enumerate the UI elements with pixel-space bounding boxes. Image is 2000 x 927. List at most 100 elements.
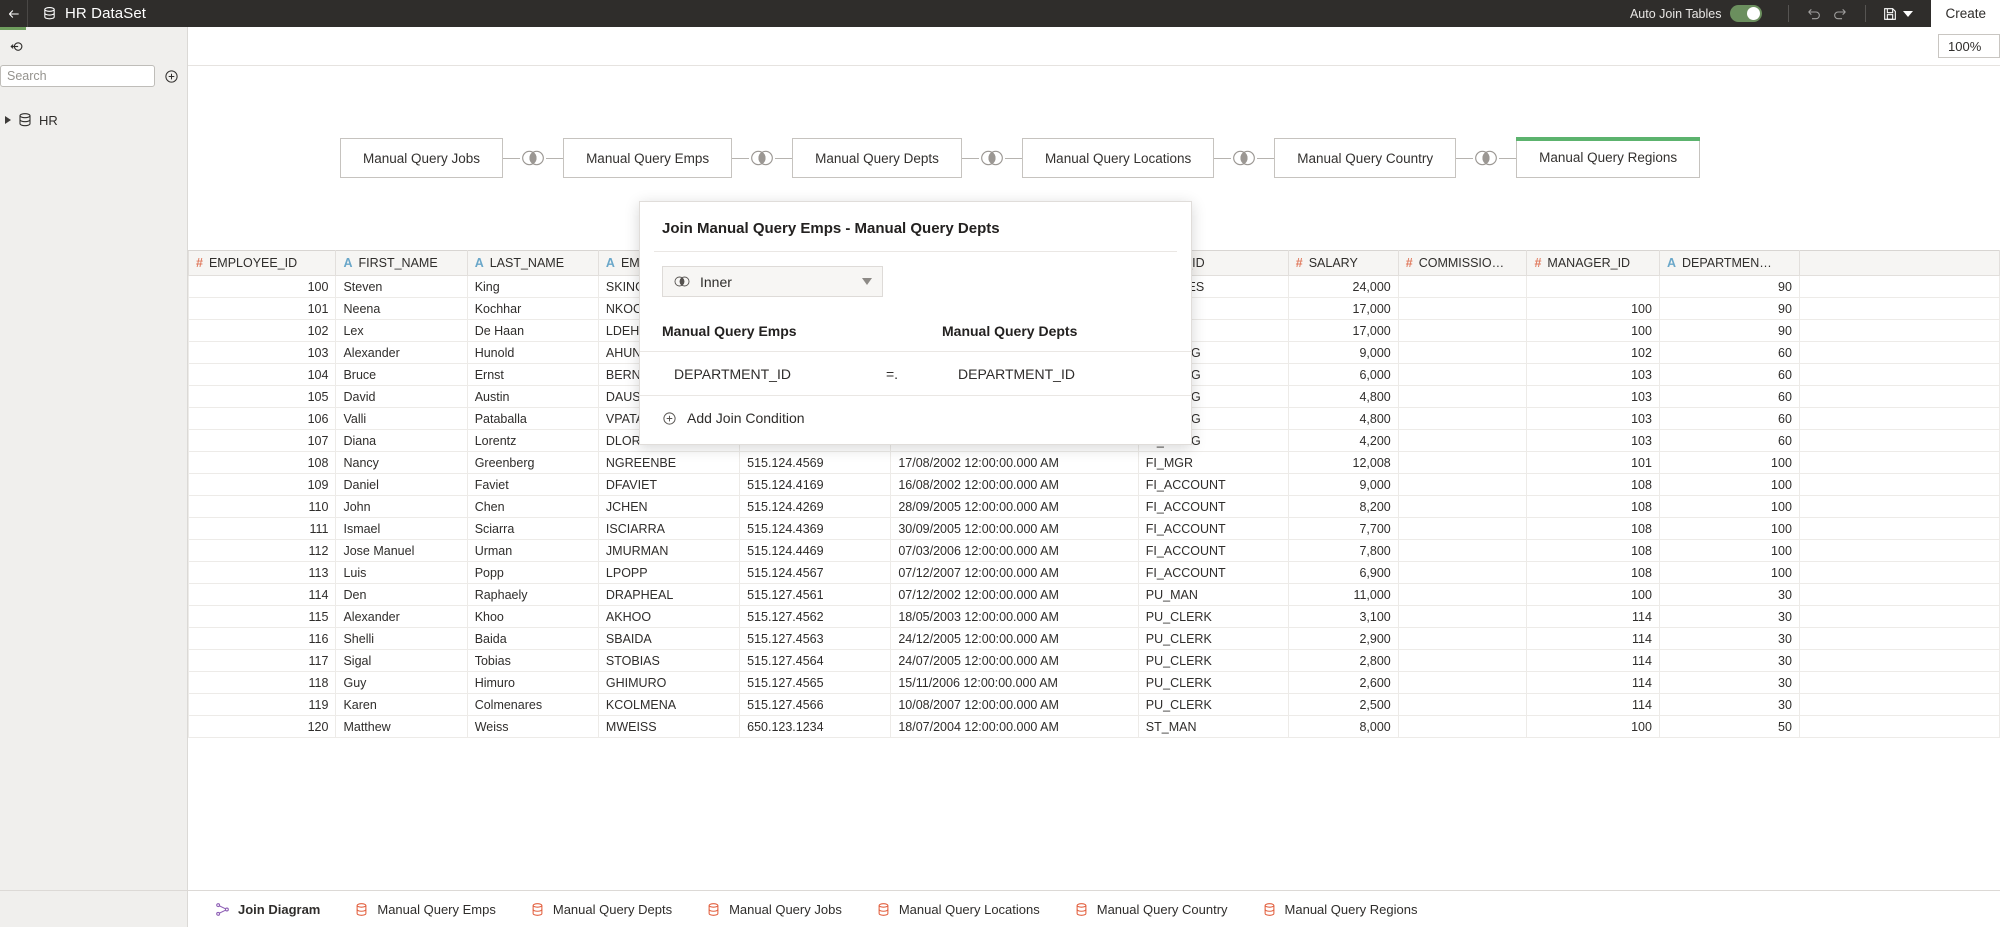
database-icon bbox=[42, 6, 57, 21]
bottom-tab[interactable]: Manual Query Jobs bbox=[689, 891, 859, 927]
table-row[interactable]: 108NancyGreenbergNGREENBE515.124.456917/… bbox=[189, 452, 2000, 474]
join-connector[interactable] bbox=[732, 149, 792, 167]
table-row[interactable]: 109DanielFavietDFAVIET515.124.416916/08/… bbox=[189, 474, 2000, 496]
table-cell: 515.127.4563 bbox=[740, 628, 891, 650]
chevron-down-icon[interactable] bbox=[862, 278, 872, 285]
bottom-tab[interactable]: Manual Query Regions bbox=[1245, 891, 1435, 927]
connector-line bbox=[1499, 158, 1516, 159]
bottom-tab[interactable]: Manual Query Locations bbox=[859, 891, 1057, 927]
table-cell: 15/11/2006 12:00:00.000 AM bbox=[891, 672, 1138, 694]
join-conditions-list: DEPARTMENT_ID=.DEPARTMENT_ID bbox=[640, 351, 1191, 395]
table-cell bbox=[1398, 562, 1527, 584]
sidebar-item-hr[interactable]: HR bbox=[0, 109, 187, 131]
table-cell: 30 bbox=[1659, 672, 1799, 694]
table-cell: 515.127.4561 bbox=[740, 584, 891, 606]
diagram-node[interactable]: Manual Query Country bbox=[1274, 138, 1456, 178]
venn-inner-join-icon[interactable] bbox=[979, 149, 1005, 167]
column-header-label: LAST_NAME bbox=[490, 256, 564, 270]
column-header[interactable]: ADEPARTMEN… bbox=[1659, 251, 1799, 276]
bottom-tab-label: Manual Query Regions bbox=[1285, 902, 1418, 917]
chevron-right-icon[interactable] bbox=[5, 116, 11, 124]
table-row[interactable]: 115AlexanderKhooAKHOO515.127.456218/05/2… bbox=[189, 606, 2000, 628]
join-connector[interactable] bbox=[503, 149, 563, 167]
table-cell: 106 bbox=[189, 408, 336, 430]
table-row[interactable]: 113LuisPoppLPOPP515.124.456707/12/2007 1… bbox=[189, 562, 2000, 584]
save-button[interactable] bbox=[1878, 6, 1917, 22]
diagram-node[interactable]: Manual Query Jobs bbox=[340, 138, 503, 178]
column-header[interactable]: #MANAGER_ID bbox=[1527, 251, 1659, 276]
zoom-level-field[interactable]: 100% bbox=[1938, 34, 2000, 58]
add-source-button[interactable] bbox=[163, 67, 179, 85]
bottom-tab[interactable]: Manual Query Country bbox=[1057, 891, 1245, 927]
table-cell bbox=[1799, 562, 1999, 584]
auto-join-toggle[interactable] bbox=[1730, 5, 1762, 22]
table-row[interactable]: 120MatthewWeissMWEISS650.123.123418/07/2… bbox=[189, 716, 2000, 738]
back-button[interactable] bbox=[0, 0, 28, 27]
join-condition-operator[interactable]: =. bbox=[886, 366, 958, 382]
table-row[interactable]: 114DenRaphaelyDRAPHEAL515.127.456107/12/… bbox=[189, 584, 2000, 606]
join-connector[interactable] bbox=[1456, 149, 1516, 167]
table-cell: 100 bbox=[189, 276, 336, 298]
table-row[interactable]: 119KarenColmenaresKCOLMENA515.127.456610… bbox=[189, 694, 2000, 716]
column-header[interactable]: AFIRST_NAME bbox=[336, 251, 467, 276]
table-cell bbox=[1799, 606, 1999, 628]
table-cell: 112 bbox=[189, 540, 336, 562]
bottom-tab[interactable]: Manual Query Depts bbox=[513, 891, 689, 927]
table-cell bbox=[1799, 540, 1999, 562]
table-cell: 30 bbox=[1659, 628, 1799, 650]
connector-line bbox=[546, 158, 563, 159]
diagram-node[interactable]: Manual Query Regions bbox=[1516, 138, 1700, 178]
table-cell: 9,000 bbox=[1288, 474, 1398, 496]
table-cell: Matthew bbox=[336, 716, 467, 738]
venn-inner-join-icon[interactable] bbox=[1231, 149, 1257, 167]
table-cell bbox=[1527, 276, 1659, 298]
bottom-tab[interactable]: Manual Query Emps bbox=[337, 891, 513, 927]
column-header[interactable]: #SALARY bbox=[1288, 251, 1398, 276]
table-cell: 100 bbox=[1527, 298, 1659, 320]
table-row[interactable]: 110JohnChenJCHEN515.124.426928/09/2005 1… bbox=[189, 496, 2000, 518]
connector-line bbox=[1214, 158, 1231, 159]
table-cell: PU_CLERK bbox=[1138, 672, 1288, 694]
table-cell: Luis bbox=[336, 562, 467, 584]
diagram-node[interactable]: Manual Query Emps bbox=[563, 138, 732, 178]
add-join-condition-button[interactable]: Add Join Condition bbox=[640, 395, 1191, 444]
diagram-node[interactable]: Manual Query Locations bbox=[1022, 138, 1214, 178]
diagram-node[interactable]: Manual Query Depts bbox=[792, 138, 962, 178]
table-row[interactable]: 118GuyHimuroGHIMURO515.127.456515/11/200… bbox=[189, 672, 2000, 694]
join-condition-row[interactable]: DEPARTMENT_ID=.DEPARTMENT_ID bbox=[640, 351, 1191, 395]
column-header[interactable]: #EMPLOYEE_ID bbox=[189, 251, 336, 276]
join-connector[interactable] bbox=[962, 149, 1022, 167]
column-header[interactable]: ALAST_NAME bbox=[467, 251, 598, 276]
table-cell: 3,100 bbox=[1288, 606, 1398, 628]
table-row[interactable]: 116ShelliBaidaSBAIDA515.127.456324/12/20… bbox=[189, 628, 2000, 650]
table-cell bbox=[1799, 298, 1999, 320]
column-header[interactable]: #COMMISSIO… bbox=[1398, 251, 1527, 276]
table-cell: 4,200 bbox=[1288, 430, 1398, 452]
table-cell: 8,000 bbox=[1288, 716, 1398, 738]
table-cell: 109 bbox=[189, 474, 336, 496]
table-row[interactable]: 117SigalTobiasSTOBIAS515.127.456424/07/2… bbox=[189, 650, 2000, 672]
create-button[interactable]: Create bbox=[1931, 0, 2000, 27]
column-header[interactable] bbox=[1799, 251, 1999, 276]
join-condition-left-field[interactable]: DEPARTMENT_ID bbox=[640, 366, 886, 382]
search-input[interactable] bbox=[0, 65, 155, 87]
toolbar-divider bbox=[1788, 5, 1789, 22]
venn-inner-join-icon[interactable] bbox=[749, 149, 775, 167]
join-condition-right-field[interactable]: DEPARTMENT_ID bbox=[958, 366, 1075, 382]
table-row[interactable]: 111IsmaelSciarraISCIARRA515.124.436930/0… bbox=[189, 518, 2000, 540]
table-cell: David bbox=[336, 386, 467, 408]
table-cell: JMURMAN bbox=[598, 540, 739, 562]
table-row[interactable]: 112Jose ManuelUrmanJMURMAN515.124.446907… bbox=[189, 540, 2000, 562]
bottom-tab[interactable]: Join Diagram bbox=[198, 891, 337, 927]
undo-button[interactable] bbox=[1801, 0, 1827, 27]
join-connector[interactable] bbox=[1214, 149, 1274, 167]
table-cell: Kochhar bbox=[467, 298, 598, 320]
collapse-panel-button[interactable] bbox=[4, 33, 30, 59]
table-cell bbox=[1398, 606, 1527, 628]
join-type-select[interactable]: Inner bbox=[662, 266, 883, 297]
venn-inner-join-icon[interactable] bbox=[520, 149, 546, 167]
table-cell: 4,800 bbox=[1288, 386, 1398, 408]
chevron-down-icon bbox=[1903, 11, 1913, 17]
redo-button[interactable] bbox=[1827, 0, 1853, 27]
venn-inner-join-icon[interactable] bbox=[1473, 149, 1499, 167]
